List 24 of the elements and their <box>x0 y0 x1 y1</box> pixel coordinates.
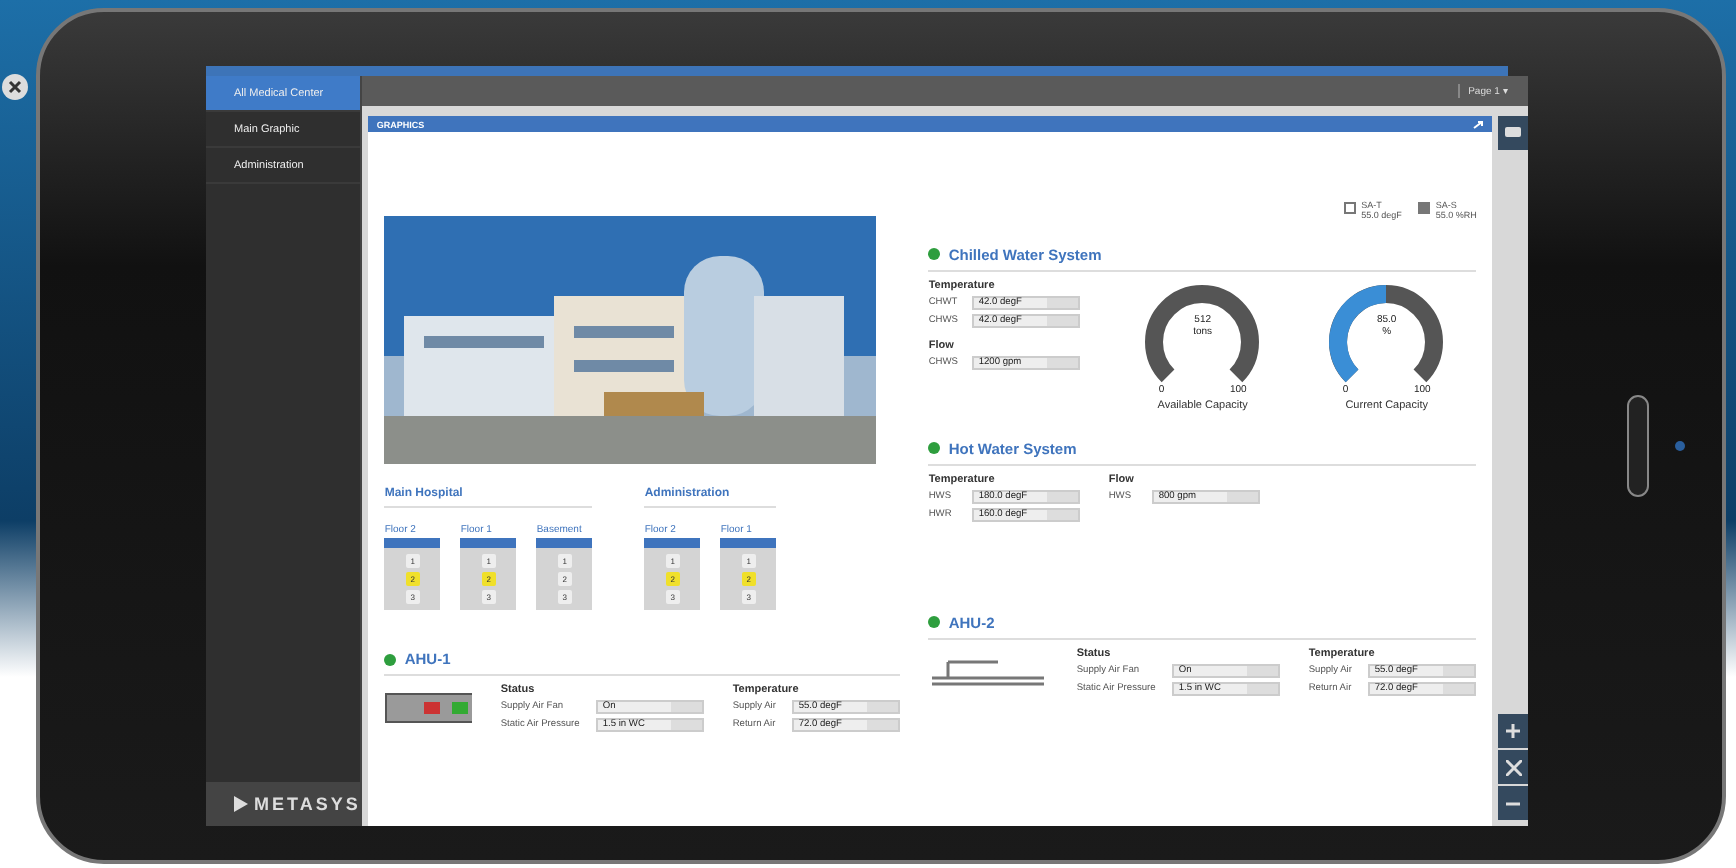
chat-icon <box>1504 126 1523 140</box>
expand-icon[interactable] <box>1472 119 1485 129</box>
fit-icon <box>1505 759 1522 775</box>
floor-header <box>720 538 777 548</box>
close-icon[interactable] <box>2 74 28 100</box>
chat-button[interactable] <box>1498 116 1529 150</box>
floor-header <box>384 538 441 548</box>
side-button-icon <box>1625 394 1649 498</box>
gauge-track <box>1145 284 1260 382</box>
legend-marker <box>1343 202 1356 214</box>
fit-button[interactable] <box>1498 750 1529 784</box>
logo-text: METASYS <box>254 794 361 814</box>
gauge-track <box>1329 284 1444 382</box>
plus-icon <box>1506 724 1521 738</box>
camera-icon <box>1673 440 1685 452</box>
air-handler-drawing <box>384 690 473 726</box>
logo-icon <box>234 796 248 812</box>
legend-marker <box>1417 202 1430 214</box>
zoom-in-button[interactable] <box>1498 714 1529 748</box>
floor-header <box>644 538 701 548</box>
floor-header <box>460 538 517 548</box>
minus-icon <box>1506 801 1521 805</box>
zoom-out-button[interactable] <box>1498 786 1529 820</box>
floor-header <box>536 538 593 548</box>
